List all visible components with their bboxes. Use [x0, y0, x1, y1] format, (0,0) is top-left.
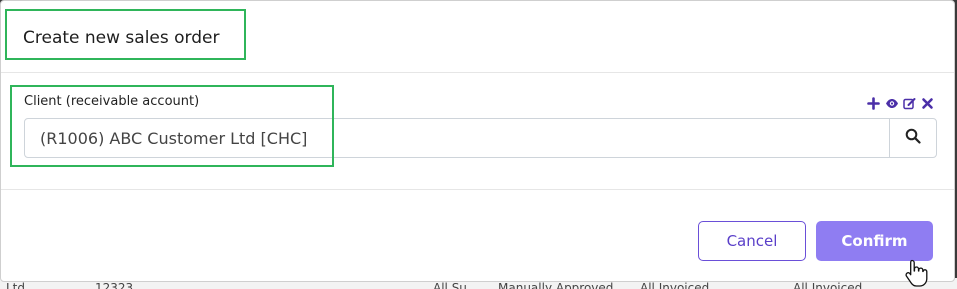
- modal-divider: [1, 189, 954, 190]
- modal-header: Create new sales order: [1, 1, 954, 73]
- view-icon[interactable]: [885, 95, 898, 108]
- client-input-group: [24, 118, 937, 158]
- client-input[interactable]: [25, 119, 891, 157]
- search-icon: [905, 128, 921, 148]
- add-icon[interactable]: [867, 95, 880, 110]
- search-button[interactable]: [889, 119, 936, 157]
- cancel-button[interactable]: Cancel: [698, 221, 806, 261]
- client-field-actions: [867, 93, 937, 110]
- edit-icon[interactable]: [903, 95, 916, 109]
- remove-icon[interactable]: [921, 95, 934, 109]
- client-field-label: Client (receivable account): [24, 94, 200, 109]
- hand-cursor-icon: [905, 259, 928, 287]
- create-sales-order-modal: Create new sales order Client (receivabl…: [0, 0, 955, 282]
- confirm-button[interactable]: Confirm: [816, 221, 933, 261]
- modal-title: Create new sales order: [23, 28, 220, 48]
